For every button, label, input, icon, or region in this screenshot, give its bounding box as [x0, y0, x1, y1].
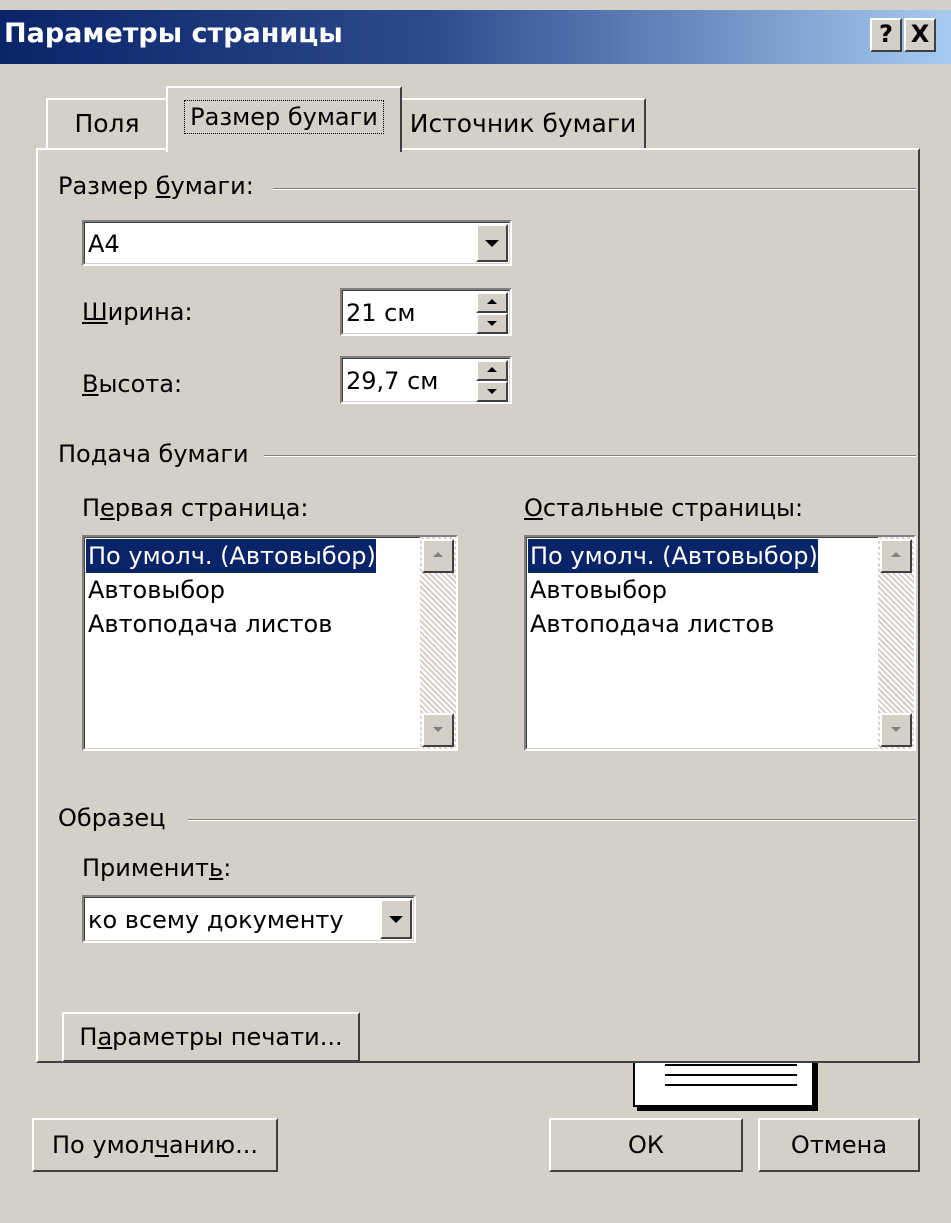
tab-paper-source[interactable]: Источник бумаги: [400, 98, 646, 150]
width-increment[interactable]: [476, 292, 508, 313]
arrow-up-icon: [487, 298, 497, 304]
apply-to-value: ко всему документу: [88, 906, 344, 934]
paper-feed-group-line: [264, 455, 916, 457]
scroll-down-button[interactable]: [880, 713, 912, 747]
print-options-button[interactable]: Параметры печати...: [62, 1012, 360, 1062]
sample-group-label: Образец: [58, 804, 176, 832]
other-pages-label: Остальные страницы:: [524, 494, 804, 522]
first-page-list-item[interactable]: Автовыбор: [86, 573, 225, 607]
scroll-up-button[interactable]: [880, 539, 912, 573]
width-value: 21 см: [346, 299, 416, 327]
tab-paper-source-label: Источник бумаги: [409, 109, 637, 138]
first-page-list-item[interactable]: По умолч. (Автовыбор): [86, 539, 376, 573]
apply-to-select[interactable]: ко всему документу: [82, 895, 416, 943]
height-spinner[interactable]: 29,7 см: [340, 356, 512, 404]
other-pages-list-item[interactable]: По умолч. (Автовыбор): [528, 539, 818, 573]
apply-to-label: Применить:: [82, 854, 232, 882]
width-label: Ширина:: [82, 298, 193, 326]
dialog-title: Параметры страницы: [4, 18, 343, 49]
paper-size-group-line: [273, 188, 916, 190]
tab-fields-label: Поля: [74, 109, 140, 138]
arrow-down-icon: [891, 727, 901, 732]
first-page-list[interactable]: По умолч. (Автовыбор) Автовыбор Автопода…: [82, 535, 458, 751]
apply-to-dropdown-button[interactable]: [380, 899, 412, 939]
tab-panel: Размер бумаги: А4 Ширина: 21 см Высота: …: [36, 148, 920, 1063]
default-button[interactable]: По умолчанию...: [32, 1118, 278, 1172]
close-button[interactable]: X: [904, 18, 936, 52]
preview-line: [665, 1064, 797, 1066]
tab-paper-size[interactable]: Размер бумаги: [166, 86, 402, 152]
help-button[interactable]: ?: [870, 18, 902, 52]
other-pages-list-item[interactable]: Автоподача листов: [528, 607, 774, 641]
sample-group-line: [188, 819, 916, 821]
height-value: 29,7 см: [346, 367, 439, 395]
preview-line: [665, 1084, 797, 1086]
other-pages-list[interactable]: По умолч. (Автовыбор) Автовыбор Автопода…: [524, 535, 916, 751]
paper-size-group-label: Размер бумаги:: [58, 172, 264, 200]
tab-paper-size-label: Размер бумаги: [184, 100, 384, 134]
chevron-down-icon: [485, 240, 499, 247]
ok-button[interactable]: ОК: [549, 1118, 743, 1172]
height-decrement[interactable]: [476, 381, 508, 402]
paper-size-select[interactable]: А4: [82, 220, 512, 266]
scroll-down-button[interactable]: [422, 713, 454, 747]
arrow-up-icon: [487, 366, 497, 372]
arrow-down-icon: [487, 388, 497, 394]
chevron-down-icon: [389, 916, 403, 923]
width-spinner[interactable]: 21 см: [340, 288, 512, 336]
arrow-up-icon: [891, 552, 901, 557]
title-bar[interactable]: Параметры страницы ? X: [0, 10, 951, 64]
first-page-scrollbar[interactable]: [420, 537, 456, 749]
arrow-down-icon: [487, 320, 497, 326]
first-page-list-item[interactable]: Автоподача листов: [86, 607, 332, 641]
height-increment[interactable]: [476, 360, 508, 381]
cancel-button[interactable]: Отмена: [758, 1118, 920, 1172]
paper-feed-group-label: Подача бумаги: [58, 440, 259, 468]
height-label: Высота:: [82, 370, 183, 398]
page-setup-dialog: Параметры страницы ? X Поля Размер бумаг…: [0, 0, 951, 1223]
tab-fields[interactable]: Поля: [46, 98, 168, 150]
other-pages-scrollbar[interactable]: [878, 537, 914, 749]
paper-size-dropdown-button[interactable]: [476, 224, 508, 262]
preview-line: [665, 1074, 797, 1076]
arrow-up-icon: [433, 552, 443, 557]
width-decrement[interactable]: [476, 313, 508, 334]
paper-size-value: А4: [88, 230, 120, 258]
arrow-down-icon: [433, 727, 443, 732]
first-page-label: Первая страница:: [82, 494, 309, 522]
scroll-up-button[interactable]: [422, 539, 454, 573]
other-pages-list-item[interactable]: Автовыбор: [528, 573, 667, 607]
